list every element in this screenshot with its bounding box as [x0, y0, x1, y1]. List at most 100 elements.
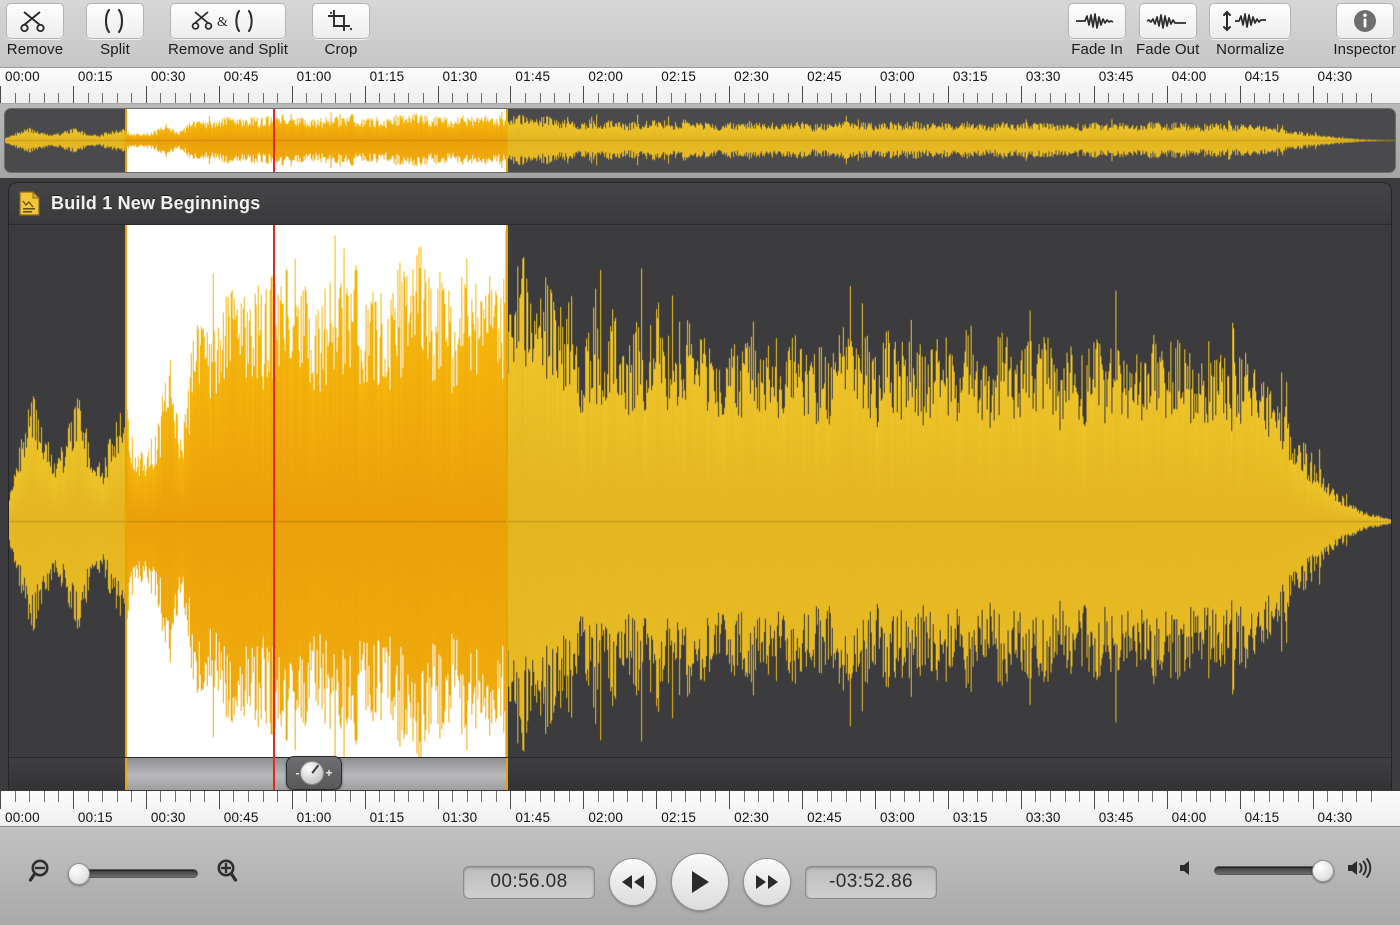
- info-icon: [1336, 3, 1394, 39]
- ruler-tick-minor: [1006, 791, 1007, 802]
- ruler-tick-minor: [1065, 791, 1066, 802]
- ruler-tick-minor: [248, 93, 249, 104]
- overview-waveform[interactable]: [4, 108, 1396, 173]
- waveform-view[interactable]: - +: [9, 225, 1391, 790]
- ruler-tick-minor: [685, 93, 686, 104]
- ruler-tick-minor: [408, 93, 409, 104]
- split-button[interactable]: Split: [86, 0, 144, 58]
- toolbar-button-label: Inspector: [1333, 41, 1396, 58]
- ruler-label: 03:15: [953, 69, 988, 84]
- selection-handle-left[interactable]: [125, 225, 127, 790]
- ruler-tick-minor: [569, 791, 570, 802]
- ruler-tick-minor: [1283, 93, 1284, 104]
- volume-slider-knob[interactable]: [1312, 860, 1334, 882]
- fast-forward-icon[interactable]: [743, 858, 791, 906]
- svg-text:&: &: [217, 15, 228, 30]
- normalize-icon: [1209, 3, 1291, 39]
- toolbar-left-group: Remove Split&Remove and Split Crop: [6, 0, 370, 68]
- ruler-tick-minor: [1298, 93, 1299, 104]
- ruler-tick-minor: [1181, 791, 1182, 802]
- rewind-icon[interactable]: [609, 858, 657, 906]
- overview-playhead[interactable]: [273, 109, 275, 172]
- ruler-tick-minor: [715, 791, 716, 802]
- ruler-tick-minor: [525, 93, 526, 104]
- ruler-tick-minor: [204, 791, 205, 802]
- ruler-label: 00:15: [78, 69, 113, 84]
- playhead[interactable]: [273, 225, 275, 790]
- ruler-tick-minor: [160, 791, 161, 802]
- ruler-tick-minor: [671, 93, 672, 104]
- ruler-tick-minor: [1327, 93, 1328, 104]
- selection-handle-right[interactable]: [506, 225, 508, 790]
- ruler-tick-major: [73, 791, 74, 809]
- ruler-tick-minor: [1006, 93, 1007, 104]
- track-body: Build 1 New Beginnings - +: [8, 182, 1392, 790]
- split-brackets-icon: [86, 3, 144, 39]
- remove-button[interactable]: Remove: [6, 0, 64, 58]
- waveform-canvas[interactable]: [9, 225, 1391, 790]
- ruler-label: 04:30: [1318, 810, 1353, 825]
- ruler-tick-minor: [788, 791, 789, 802]
- ruler-label: 03:00: [880, 810, 915, 825]
- fade-out-button[interactable]: Fade Out: [1136, 0, 1199, 58]
- ruler-tick-minor: [890, 791, 891, 802]
- remaining-time-field[interactable]: -03:52.86: [805, 866, 937, 899]
- ruler-tick-minor: [715, 93, 716, 104]
- ruler-tick-minor: [481, 93, 482, 104]
- ruler-label: 01:45: [515, 69, 550, 84]
- ruler-tick-minor: [306, 93, 307, 104]
- ruler-tick-minor: [102, 791, 103, 802]
- fade-in-button[interactable]: Fade In: [1068, 0, 1126, 58]
- ruler-tick-minor: [248, 791, 249, 802]
- ruler-tick-major: [875, 86, 876, 104]
- play-icon[interactable]: [671, 853, 729, 911]
- ruler-tick-minor: [350, 791, 351, 802]
- ruler-tick-minor: [1210, 93, 1211, 104]
- overview-strip[interactable]: [0, 104, 1400, 178]
- ruler-tick-minor: [452, 791, 453, 802]
- elapsed-time-field[interactable]: 00:56.08: [463, 866, 595, 899]
- ruler-tick-minor: [233, 93, 234, 104]
- ruler-tick-minor: [467, 93, 468, 104]
- ruler-tick-minor: [1342, 93, 1343, 104]
- ruler-tick-major: [438, 86, 439, 104]
- track-header[interactable]: Build 1 New Beginnings: [9, 183, 1391, 225]
- ruler-tick-minor: [1152, 791, 1153, 802]
- gain-dial[interactable]: [300, 761, 324, 785]
- ruler-tick-minor: [117, 791, 118, 802]
- ruler-tick-minor: [788, 93, 789, 104]
- ruler-tick-minor: [233, 791, 234, 802]
- ruler-tick-major: [438, 791, 439, 809]
- ruler-tick-minor: [1254, 791, 1255, 802]
- ruler-tick-minor: [817, 93, 818, 104]
- ruler-tick-minor: [685, 791, 686, 802]
- speaker-high-icon[interactable]: [1346, 857, 1376, 884]
- ruler-tick-minor: [175, 93, 176, 104]
- ruler-tick-major: [1021, 791, 1022, 809]
- ruler-tick-minor: [379, 93, 380, 104]
- remove-and-split-button[interactable]: &Remove and Split: [168, 0, 288, 58]
- volume-slider[interactable]: [1214, 860, 1332, 882]
- ruler-label: 00:45: [224, 69, 259, 84]
- ruler-tick-minor: [496, 93, 497, 104]
- ruler-tick-minor: [1123, 93, 1124, 104]
- ruler-tick-minor: [1269, 93, 1270, 104]
- timeline-ruler-top[interactable]: 00:0000:1500:3000:4501:0001:1501:3001:45…: [0, 68, 1400, 104]
- timeline-ruler-bottom[interactable]: 00:0000:1500:3000:4501:0001:1501:3001:45…: [0, 790, 1400, 826]
- ruler-tick-minor: [642, 791, 643, 802]
- ruler-tick-major: [292, 86, 293, 104]
- speaker-low-icon[interactable]: [1178, 858, 1200, 883]
- ruler-tick-minor: [102, 93, 103, 104]
- ruler-tick-minor: [963, 791, 964, 802]
- ruler-tick-minor: [88, 93, 89, 104]
- toolbar-button-label: Normalize: [1216, 41, 1284, 58]
- gain-knob-icon[interactable]: - +: [286, 756, 342, 790]
- ruler-tick-minor: [992, 791, 993, 802]
- inspector-button[interactable]: Inspector: [1333, 0, 1396, 58]
- ruler-tick-minor: [977, 791, 978, 802]
- normalize-button[interactable]: Normalize: [1209, 0, 1291, 58]
- gain-strip[interactable]: [9, 757, 1391, 790]
- ruler-label: 02:30: [734, 69, 769, 84]
- ruler-label: 02:45: [807, 69, 842, 84]
- crop-button[interactable]: Crop: [312, 0, 370, 58]
